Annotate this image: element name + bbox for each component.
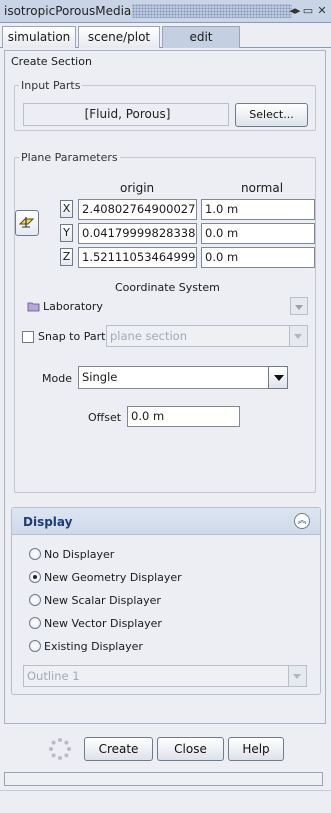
mode-dropdown-button[interactable] — [268, 366, 288, 389]
existing-displayer-dropdown — [288, 666, 306, 686]
normal-x-field[interactable]: 1.0 m — [201, 199, 315, 220]
mode-combo[interactable]: Single — [78, 366, 288, 389]
radio-selected-dot — [33, 575, 37, 579]
collapse-icon[interactable]: ︽ — [294, 513, 310, 529]
existing-displayer-combo: Outline 1 — [23, 665, 307, 687]
radio-new-scalar-displayer[interactable] — [29, 594, 41, 606]
axis-z-label: Z — [60, 248, 73, 266]
select-parts-button[interactable]: Select... — [235, 103, 308, 127]
tab-simulation[interactable]: simulation — [2, 26, 76, 48]
footer-divider — [0, 790, 331, 791]
close-icon[interactable]: ✕ — [316, 4, 328, 17]
chevron-down-icon — [295, 305, 303, 310]
help-button[interactable]: Help — [228, 737, 284, 761]
normal-y-field[interactable]: 0.0 m — [201, 223, 315, 244]
dock-icon[interactable]: ◂▸ — [289, 4, 301, 17]
title-bar: isotropicPorousMedia ◂▸ ▭ ✕ — [0, 0, 331, 23]
offset-field[interactable]: 0.0 m — [127, 406, 240, 427]
origin-z-field[interactable]: 1.52111053464999 — [78, 247, 197, 268]
radio-existing-displayer[interactable] — [29, 640, 41, 652]
origin-x-field[interactable]: 2.40802764900027 — [78, 199, 197, 220]
snap-to-part-checkbox[interactable] — [22, 331, 34, 343]
folder-icon — [27, 302, 40, 312]
axis-x-label: X — [60, 200, 73, 218]
plane-parameters-title: Plane Parameters — [19, 151, 120, 164]
normal-z-field[interactable]: 0.0 m — [201, 247, 315, 268]
radio-new-scalar-displayer-label: New Scalar Displayer — [44, 594, 161, 607]
chevron-down-icon — [274, 375, 284, 381]
tab-bar: simulation scene/plot edit — [0, 24, 331, 48]
radio-no-displayer-label: No Displayer — [44, 548, 115, 561]
coordinate-system-label: Coordinate System — [115, 281, 220, 294]
coordinate-system-value: Laboratory — [43, 300, 103, 313]
restore-icon[interactable]: ▭ — [302, 4, 314, 17]
snap-to-part-label: Snap to Part — [38, 330, 106, 343]
chevron-down-icon — [293, 674, 301, 679]
progress-bar — [4, 772, 323, 786]
title-bar-grip[interactable] — [132, 4, 292, 18]
display-title: Display — [23, 515, 73, 529]
create-button[interactable]: Create — [84, 737, 153, 761]
window-title: isotropicPorousMedia — [4, 4, 132, 18]
radio-no-displayer[interactable] — [29, 548, 41, 560]
mode-label: Mode — [42, 372, 72, 385]
origin-y-field[interactable]: 0.04179999828338 — [78, 223, 197, 244]
pick-point-icon — [18, 217, 35, 228]
radio-new-vector-displayer-label: New Vector Displayer — [44, 617, 162, 630]
radio-new-geometry-displayer-label: New Geometry Displayer — [44, 571, 182, 584]
offset-label: Offset — [88, 411, 122, 424]
input-parts-field: [Fluid, Porous] — [23, 103, 229, 126]
chevron-down-icon — [294, 334, 302, 339]
coordinate-system-dropdown[interactable] — [290, 297, 308, 315]
normal-header: normal — [241, 181, 284, 195]
coordinate-system-combo[interactable]: Laboratory — [25, 297, 309, 317]
snap-to-part-dropdown — [289, 326, 307, 346]
pick-point-button[interactable] — [15, 210, 39, 236]
input-parts-title: Input Parts — [19, 79, 83, 92]
axis-y-label: Y — [60, 224, 73, 242]
radio-new-vector-displayer[interactable] — [29, 617, 41, 629]
snap-to-part-field: plane section — [106, 325, 308, 347]
create-section-title: Create Section — [11, 55, 92, 68]
radio-existing-displayer-label: Existing Displayer — [44, 640, 143, 653]
origin-header: origin — [120, 181, 155, 195]
radio-new-geometry-displayer[interactable] — [29, 571, 41, 583]
tab-edit[interactable]: edit — [162, 26, 240, 48]
close-button[interactable]: Close — [157, 737, 224, 761]
busy-spinner-icon — [49, 738, 71, 760]
display-header[interactable]: Display ︽ — [12, 508, 320, 535]
tab-scene-plot[interactable]: scene/plot — [78, 26, 160, 48]
create-section-panel: Create Section Input Parts [Fluid, Porou… — [4, 50, 326, 724]
